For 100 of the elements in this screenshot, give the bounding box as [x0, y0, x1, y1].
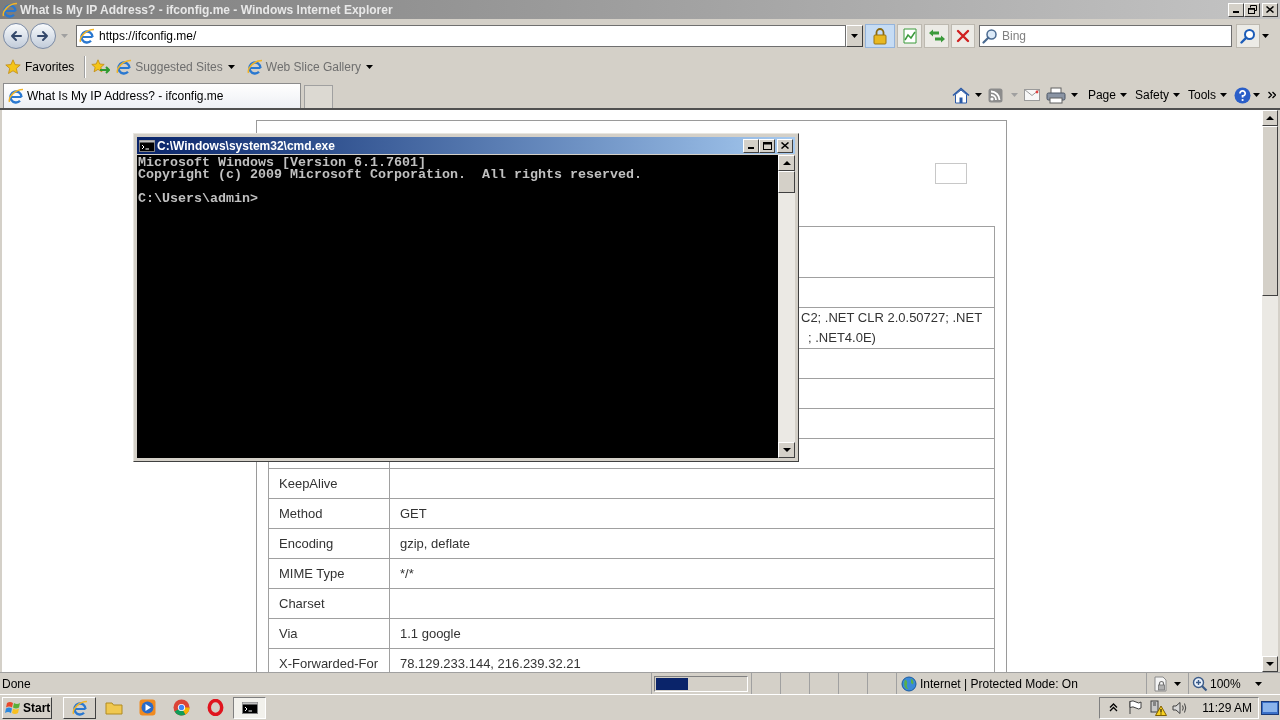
browser-icon — [2, 1, 18, 18]
console-title: C:\Windows\system32\cmd.exe — [157, 137, 335, 155]
chevron-icon — [1268, 91, 1276, 99]
arrow-up-icon — [1266, 115, 1274, 121]
back-button[interactable] — [3, 22, 29, 49]
menu-button[interactable]: Tools — [1186, 84, 1229, 106]
menu-button[interactable]: Page — [1085, 84, 1129, 106]
envelope-icon — [1023, 89, 1040, 101]
menu-button[interactable]: Safety — [1132, 84, 1182, 106]
padlock-icon — [872, 26, 888, 45]
caret-icon — [1070, 93, 1078, 97]
maximize-button[interactable] — [759, 138, 775, 153]
browser-icon — [79, 27, 95, 44]
network-warning-icon[interactable] — [1149, 699, 1168, 716]
right-arrow-icon — [36, 28, 50, 43]
play-icon — [139, 699, 156, 716]
flag-icon — [5, 700, 21, 715]
caret-icon — [1173, 93, 1180, 97]
forward-button[interactable] — [30, 22, 56, 49]
address-field[interactable]: https://ifconfig.me/ — [99, 26, 845, 45]
folder-icon — [104, 699, 123, 716]
scroll-down-button[interactable] — [778, 442, 795, 458]
address-bar[interactable]: https://ifconfig.me/ — [76, 24, 846, 47]
close-button[interactable] — [777, 138, 793, 153]
close-icon — [781, 142, 789, 149]
scroll-down-button[interactable] — [1262, 656, 1278, 672]
search-icon — [982, 27, 998, 44]
security-zone-text: Internet | Protected Mode: On — [920, 675, 1078, 693]
arrow-up-icon — [782, 160, 791, 166]
search-field[interactable]: Bing — [1002, 26, 1231, 45]
maximize-icon — [762, 141, 772, 150]
caret-icon — [1010, 93, 1018, 97]
table-cell-text: */* — [399, 564, 415, 583]
zoom-icon — [1192, 675, 1208, 692]
caret-icon — [1253, 93, 1260, 97]
chart-page-icon — [901, 27, 918, 44]
table-cell-text: 1.1 google — [399, 624, 462, 643]
caret-icon — [1262, 33, 1269, 38]
stop-button[interactable] — [951, 23, 975, 48]
speaker-icon[interactable] — [1172, 700, 1189, 715]
caret-icon — [1220, 93, 1227, 97]
search-box[interactable]: Bing — [979, 24, 1232, 47]
star-icon — [5, 58, 21, 75]
circle-logo-icon — [173, 699, 190, 716]
ring-icon — [207, 699, 224, 716]
restore-button[interactable] — [1244, 2, 1260, 17]
table-cell-text: gzip, deflate — [399, 534, 472, 553]
minimize-button[interactable] — [1228, 2, 1244, 17]
star-arrow-icon — [90, 59, 110, 74]
refresh-button[interactable] — [924, 23, 949, 48]
printer-icon — [1045, 86, 1066, 104]
console-prompt: C:\Users\admin> — [138, 193, 258, 205]
minimize-button[interactable] — [743, 138, 759, 153]
search-icon — [1240, 27, 1256, 44]
help-icon — [1234, 86, 1251, 104]
console-line: Microsoft Windows [Version 6.1.7601] — [138, 157, 426, 169]
table-cell: Via — [269, 619, 390, 648]
browser-icon — [116, 58, 133, 75]
caret-icon — [227, 64, 235, 69]
scrollbar-thumb[interactable] — [1262, 126, 1278, 296]
favorites-button[interactable]: Favorites — [4, 55, 76, 78]
browser-icon — [246, 58, 263, 75]
arrow-down-icon — [782, 447, 791, 453]
clock-text: 11:29 AM — [1202, 699, 1252, 717]
address-dropdown-button[interactable] — [846, 24, 863, 47]
console-line: Copyright (c) 2009 Microsoft Corporation. All rights reserved. — [138, 169, 642, 181]
start-button[interactable]: Start — [2, 696, 52, 719]
scroll-up-button[interactable] — [778, 155, 795, 171]
scrollbar-thumb[interactable] — [778, 171, 795, 193]
caret-icon — [1254, 681, 1262, 686]
browser-icon — [8, 88, 24, 104]
caret-icon — [851, 33, 858, 38]
cell-text: C2; .NET CLR 2.0.50727; .NET — [801, 309, 983, 327]
flag-icon[interactable] — [1128, 700, 1143, 715]
caret-icon — [1119, 93, 1127, 97]
feed-icon — [987, 87, 1003, 103]
console-icon — [139, 139, 155, 152]
table-cell-text: 78.129.233.144, 216.239.32.21 — [399, 654, 582, 672]
table-cell: MIME Type — [269, 559, 390, 588]
table-cell: KeepAlive — [269, 469, 390, 498]
console-icon — [241, 701, 258, 714]
left-arrow-icon — [9, 28, 23, 43]
print-button[interactable] — [1043, 84, 1080, 106]
caret-icon — [1174, 681, 1181, 686]
table-cell: Charset — [269, 589, 390, 618]
table-cell: Encoding — [269, 529, 390, 558]
status-text: Done — [2, 675, 31, 693]
window-title: What Is My IP Address? - ifconfig.me - Windows Internet Explorer — [20, 1, 393, 19]
taskbar-button[interactable] — [233, 696, 266, 719]
close-button[interactable] — [1262, 2, 1278, 17]
caret-icon — [60, 33, 68, 38]
show-desktop-icon[interactable] — [1261, 700, 1279, 715]
compatibility-button[interactable] — [897, 23, 922, 48]
house-icon — [951, 86, 970, 104]
refresh-icon — [927, 27, 946, 44]
browser-tab[interactable]: What Is My IP Address? - ifconfig.me — [3, 83, 301, 108]
scroll-up-button[interactable] — [1262, 110, 1278, 126]
globe-icon — [901, 675, 917, 692]
locked-page-icon — [1153, 675, 1168, 692]
search-button[interactable] — [1236, 23, 1260, 48]
